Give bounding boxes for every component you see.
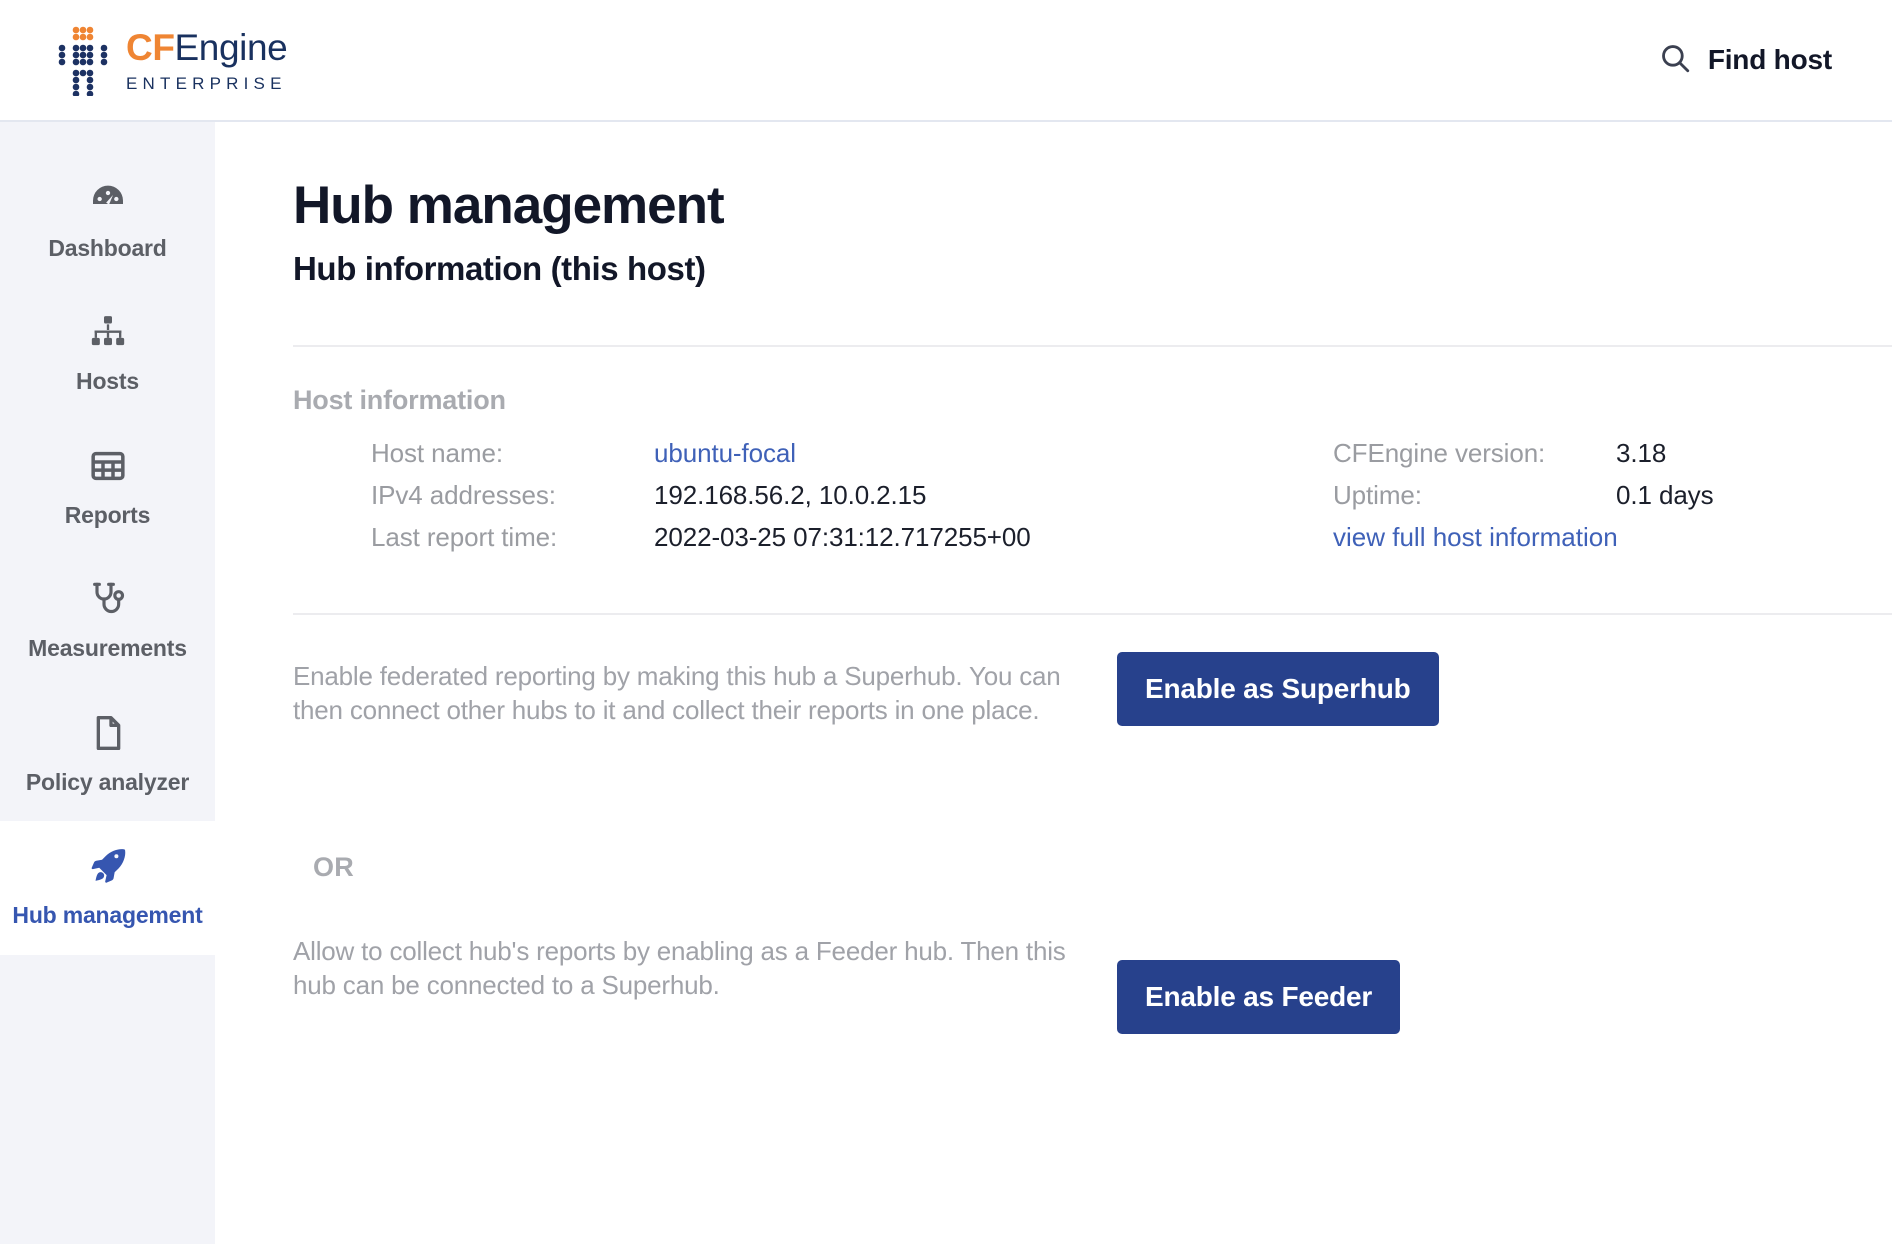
info-key: IPv4 addresses: [371,480,556,510]
top-bar: CFEngine ENTERPRISE Find host [0,0,1892,122]
superhub-section: Enable federated reporting by making thi… [293,652,1892,812]
divider-top [293,345,1892,347]
find-host-button[interactable]: Find host [1658,41,1832,80]
sidebar-item-label: Hub management [12,902,203,929]
sidebar-item-label: Measurements [28,635,187,662]
rocket-icon [87,843,129,889]
view-full-host-information-link[interactable]: view full host information [1333,522,1618,553]
find-host-label: Find host [1707,44,1832,75]
enable-as-superhub-button[interactable]: Enable as Superhub [1117,652,1439,726]
info-key: Host name: [371,438,503,468]
sidebar-item-label: Policy analyzer [25,768,190,795]
info-row-last-report-time: Last report time: 2022-03-25 07:31:12.71… [371,522,1031,564]
host-information-left-column: Host name: ubuntu-focal IPv4 addresses: … [371,438,1031,564]
sitemap-icon [88,309,128,355]
info-row-uptime: Uptime: 0.1 days [1333,480,1714,522]
speedometer-icon [88,176,128,222]
info-row-cfengine-version: CFEngine version: 3.18 [1333,438,1714,480]
enable-as-feeder-button[interactable]: Enable as Feeder [1117,960,1401,1034]
main-content: Hub management Hub information (this hos… [215,122,1892,1244]
brand-edition: ENTERPRISE [126,73,287,93]
host-name-link[interactable]: ubuntu-focal [654,438,796,469]
sidebar-item-label: Reports [64,501,151,528]
superhub-description: Enable federated reporting by making thi… [293,661,1061,725]
sidebar-item-hub-management[interactable]: Hub management [0,821,215,955]
info-key: CFEngine version: [1333,438,1546,468]
sidebar-item-label: Dashboard [48,235,167,261]
info-row-full-host-information: view full host information [1333,522,1714,564]
info-key: Last report time: [371,522,558,552]
info-key: Uptime: [1333,480,1422,510]
sidebar-item-measurements[interactable]: Measurements [0,554,215,687]
sidebar-item-hosts[interactable]: Hosts [0,287,215,420]
info-row-ipv4-addresses: IPv4 addresses: 192.168.56.2, 10.0.2.15 [371,480,1031,522]
divider-bottom [293,613,1892,615]
sidebar-item-label: Hosts [76,368,139,395]
sidebar-item-dashboard[interactable]: Dashboard [0,154,215,287]
sidebar: Dashboard Hosts Reports Measurements Pol… [0,122,215,1244]
host-information-grid: Host name: ubuntu-focal IPv4 addresses: … [293,438,1892,558]
brand-title: CFEngine [126,26,288,68]
brand-name-engine: Engine [174,26,288,68]
host-information-label: Host information [293,385,506,415]
stethoscope-icon [88,576,128,622]
or-separator-label: OR [313,852,354,882]
host-information-right-column: CFEngine version: 3.18 Uptime: 0.1 days … [1333,438,1714,564]
feeder-description: Allow to collect hub's reports by enabli… [293,936,1066,1000]
search-icon [1658,41,1692,80]
table-grid-icon [88,443,128,489]
info-value: 0.1 days [1616,480,1714,510]
brand-name-cf: CF [126,26,175,68]
info-row-host-name: Host name: ubuntu-focal [371,438,1031,480]
document-icon [88,710,128,756]
sidebar-item-policy-analyzer[interactable]: Policy analyzer [0,688,215,821]
info-value: 3.18 [1616,438,1667,468]
page-title: Hub management [293,176,725,235]
sidebar-item-reports[interactable]: Reports [0,421,215,554]
page-subtitle: Hub information (this host) [293,250,706,287]
brand-logo[interactable]: CFEngine ENTERPRISE [56,24,288,98]
cfengine-dots-logo-icon [56,24,108,98]
info-value: 2022-03-25 07:31:12.717255+00 [654,522,1031,552]
info-value: 192.168.56.2, 10.0.2.15 [654,480,927,510]
feeder-section: Allow to collect hub's reports by enabli… [293,935,1892,1045]
